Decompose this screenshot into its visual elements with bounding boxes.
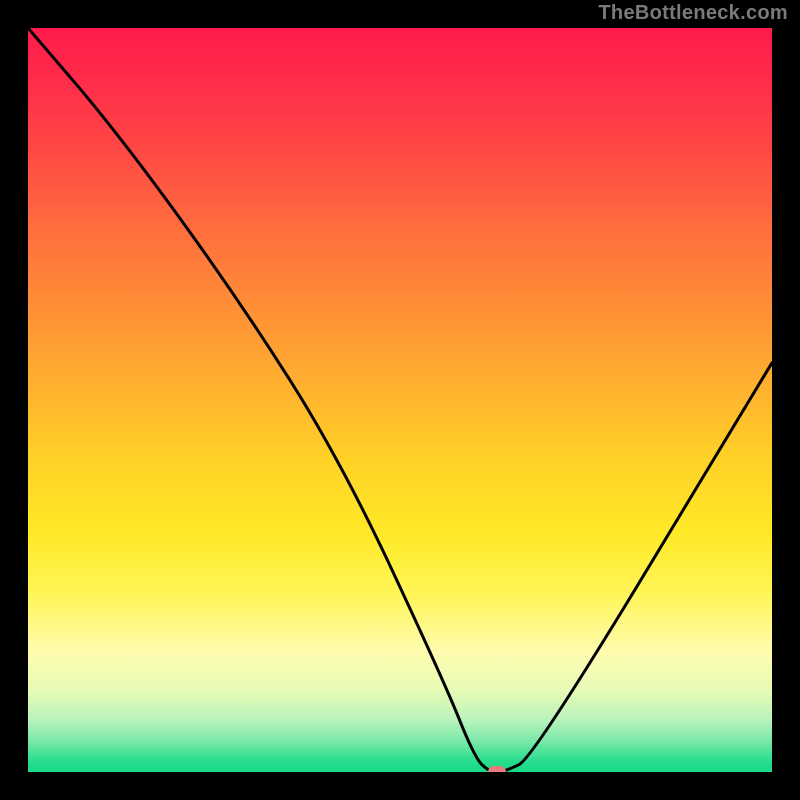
optimal-marker	[488, 766, 506, 772]
chart-frame: TheBottleneck.com	[0, 0, 800, 800]
curve-path	[28, 28, 772, 772]
bottleneck-curve	[28, 28, 772, 772]
attribution-label: TheBottleneck.com	[598, 2, 788, 25]
plot-area	[28, 28, 772, 772]
